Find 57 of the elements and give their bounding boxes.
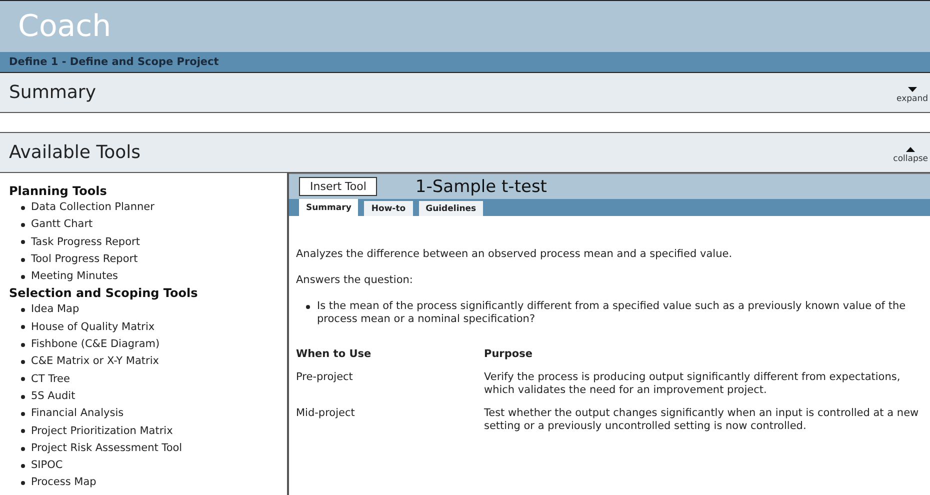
bullet-icon	[21, 360, 25, 364]
tool-link[interactable]: CT Tree	[31, 370, 70, 388]
bullet-icon	[21, 325, 25, 330]
bullet-icon	[21, 377, 25, 382]
tool-link[interactable]: Financial Analysis	[31, 405, 124, 423]
section-title: Available Tools	[9, 142, 141, 163]
tool-link[interactable]: Data Collection Planner	[31, 199, 154, 216]
caret-down-icon	[908, 87, 917, 92]
tool-link[interactable]: Gantt Chart	[31, 216, 93, 234]
group-title: Selection and Scoping Tools	[9, 285, 199, 302]
table-cell: Test whether the output changes significantly when an input is controlled at a new setting or a previously uncontrolled setting is now controlled.	[484, 407, 920, 433]
group-title: Planning Tools	[9, 183, 108, 199]
tool-link[interactable]: Tool Progress Report	[31, 250, 138, 268]
question-label: Answers the question:	[296, 274, 414, 287]
tool-link[interactable]: Project Risk Assessment Tool	[31, 440, 182, 458]
tool-link[interactable]: Idea Map	[31, 301, 80, 319]
tool-link[interactable]: Process Map	[31, 474, 96, 492]
bullet-icon	[21, 274, 25, 279]
column-header: Purpose	[484, 348, 534, 361]
bullet-icon	[306, 305, 310, 309]
tool-link[interactable]: C&E Matrix or X-Y Matrix	[31, 353, 159, 371]
tool-link[interactable]: Task Progress Report	[31, 234, 140, 251]
app-title: Coach	[18, 9, 112, 44]
bullet-icon	[21, 222, 25, 227]
caret-up-icon	[906, 147, 916, 152]
bullet-icon	[21, 464, 25, 468]
tool-title: 1-Sample t-test	[415, 176, 547, 196]
tab[interactable]: Guidelines	[418, 201, 484, 216]
tab[interactable]: Summary	[299, 199, 358, 216]
bullet-icon	[21, 446, 25, 450]
bullet-icon	[21, 308, 25, 312]
bullet-icon	[21, 258, 25, 262]
column-header: When to Use	[296, 348, 372, 361]
bullet-icon	[21, 429, 25, 434]
description-text: Analyzes the difference between an observed process mean and a specified value.	[296, 248, 734, 261]
bullet-icon	[21, 481, 25, 486]
tab[interactable]: How-to	[364, 201, 413, 216]
tool-link[interactable]: Project Prioritization Matrix	[31, 422, 173, 440]
tool-link[interactable]: 5S Audit	[31, 388, 76, 406]
tool-link[interactable]: SIPOC	[31, 457, 63, 474]
question-text: Is the mean of the process significantly different from a specified value such as a previously known value of the process mean or a nominal specification?	[317, 300, 907, 326]
bullet-icon	[21, 240, 25, 244]
table-cell-text: Pre-project	[296, 371, 354, 385]
toggle-button[interactable]: collapse	[893, 147, 930, 164]
bullet-icon	[21, 206, 25, 210]
bullet-icon	[21, 342, 25, 347]
bullet-icon	[21, 412, 25, 416]
insert-tool-button[interactable]: Insert Tool	[299, 177, 378, 196]
tool-link[interactable]: Fishbone (C&E Diagram)	[31, 336, 160, 354]
breadcrumb: Define 1 - Define and Scope Project	[9, 56, 219, 68]
tool-link[interactable]: House of Quality Matrix	[31, 318, 155, 336]
section-title: Summary	[9, 82, 96, 103]
table-cell-text: Verify the process is producing output significantly different from expectations, which validates the need for an improvement project.	[484, 371, 902, 397]
toggle-button[interactable]: expand	[896, 87, 930, 104]
tool-link[interactable]: Meeting Minutes	[31, 268, 118, 286]
table-cell-text: Mid-project	[296, 407, 356, 421]
bullet-icon	[21, 394, 25, 399]
